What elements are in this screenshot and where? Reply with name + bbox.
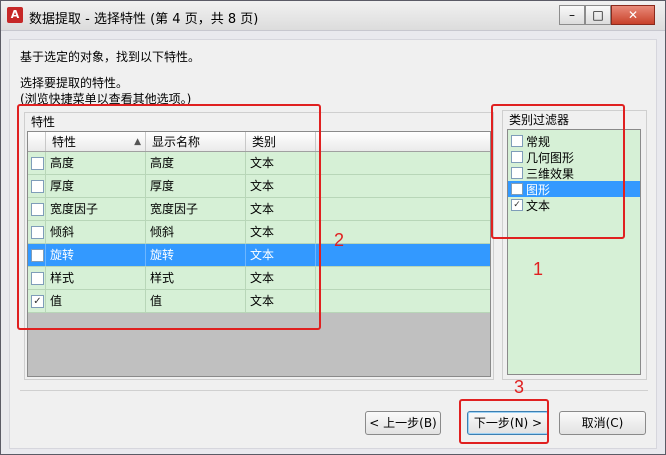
maximize-button[interactable]: □	[585, 5, 611, 25]
annotation-number-2: 2	[334, 230, 345, 250]
cancel-button[interactable]: 取消(C)	[559, 411, 646, 435]
dialog-window: A 数据提取 - 选择特性 (第 4 页，共 8 页) – □ ✕ 基于选定的对…	[0, 0, 666, 455]
app-logo-icon: A	[7, 7, 23, 23]
title-bar[interactable]: A 数据提取 - 选择特性 (第 4 页，共 8 页) – □ ✕	[1, 1, 665, 31]
annotation-box-next	[459, 399, 549, 444]
close-button[interactable]: ✕	[611, 5, 655, 25]
annotation-number-3: 3	[514, 377, 525, 397]
divider	[20, 390, 648, 391]
window-title: 数据提取 - 选择特性 (第 4 页，共 8 页)	[29, 12, 259, 27]
instruction-select: 选择要提取的特性。	[20, 76, 129, 90]
annotation-box-properties	[17, 104, 321, 330]
annotation-number-1: 1	[533, 259, 544, 279]
back-button[interactable]: < 上一步(B)	[365, 411, 441, 435]
instruction-found: 基于选定的对象，找到以下特性。	[20, 50, 201, 64]
minimize-button[interactable]: –	[559, 5, 585, 25]
annotation-box-filter	[491, 104, 625, 239]
window-controls: – □ ✕	[559, 5, 655, 25]
